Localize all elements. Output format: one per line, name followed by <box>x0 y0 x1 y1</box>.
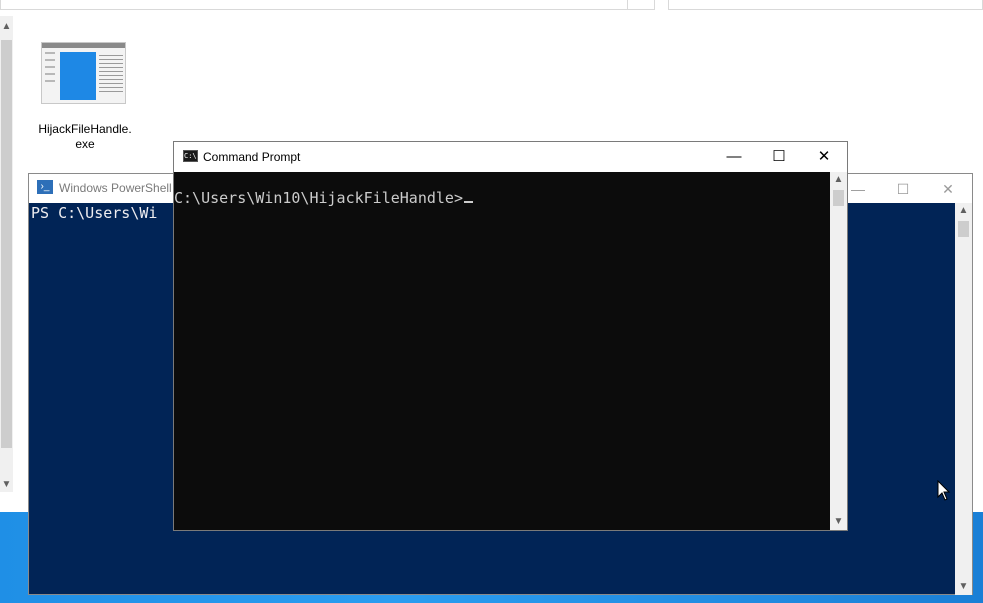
close-icon[interactable]: ✕ <box>926 177 970 201</box>
scrollbar-thumb[interactable] <box>833 190 844 206</box>
minimize-icon[interactable]: — <box>711 142 757 172</box>
cmd-prompt-line[interactable]: C:\Users\Win10\HijackFileHandle> <box>174 189 473 207</box>
cmd-titlebar[interactable]: C:\ Command Prompt — ☐ ✕ <box>174 142 847 172</box>
address-bar[interactable] <box>0 0 655 10</box>
scroll-up-arrow-icon[interactable]: ▲ <box>955 203 972 219</box>
file-name-line1: HijackFileHandle. <box>38 122 132 136</box>
scrollbar-thumb[interactable] <box>958 221 969 237</box>
close-icon[interactable]: ✕ <box>801 142 847 172</box>
explorer-scrollbar[interactable]: ▲ ▼ <box>0 16 13 492</box>
refresh-button[interactable] <box>627 0 655 10</box>
exe-file-icon[interactable] <box>41 42 126 104</box>
command-prompt-window[interactable]: C:\ Command Prompt — ☐ ✕ C:\Users\Win10\… <box>173 141 848 531</box>
cmd-prompt: C:\Users\Win10\HijackFileHandle> <box>174 189 463 207</box>
scroll-down-arrow-icon[interactable]: ▼ <box>955 579 972 595</box>
text-cursor <box>463 201 473 203</box>
scroll-up-arrow-icon[interactable]: ▲ <box>830 172 847 188</box>
powershell-title: Windows PowerShell <box>59 181 172 195</box>
maximize-icon[interactable]: ☐ <box>881 177 925 201</box>
scroll-down-arrow-icon[interactable]: ▼ <box>0 478 13 492</box>
explorer-toolbar <box>0 0 983 11</box>
powershell-scrollbar[interactable]: ▲ ▼ <box>955 203 972 595</box>
scroll-up-arrow-icon[interactable]: ▲ <box>0 20 13 34</box>
search-input[interactable] <box>668 0 983 10</box>
cmd-title: Command Prompt <box>203 150 301 164</box>
file-name-line2: exe <box>75 137 95 151</box>
powershell-icon: ›_ <box>37 180 53 194</box>
scroll-down-arrow-icon[interactable]: ▼ <box>830 514 847 530</box>
maximize-icon[interactable]: ☐ <box>756 142 802 172</box>
cmd-console[interactable]: C:\Users\Win10\HijackFileHandle> <box>174 172 830 530</box>
scrollbar-thumb[interactable] <box>1 40 12 448</box>
powershell-prompt[interactable]: PS C:\Users\Wi <box>31 204 157 222</box>
mouse-pointer-icon <box>937 480 951 501</box>
cmd-scrollbar[interactable]: ▲ ▼ <box>830 172 847 530</box>
cmd-icon: C:\ <box>183 150 198 162</box>
file-name-label[interactable]: HijackFileHandle. exe <box>28 122 142 152</box>
